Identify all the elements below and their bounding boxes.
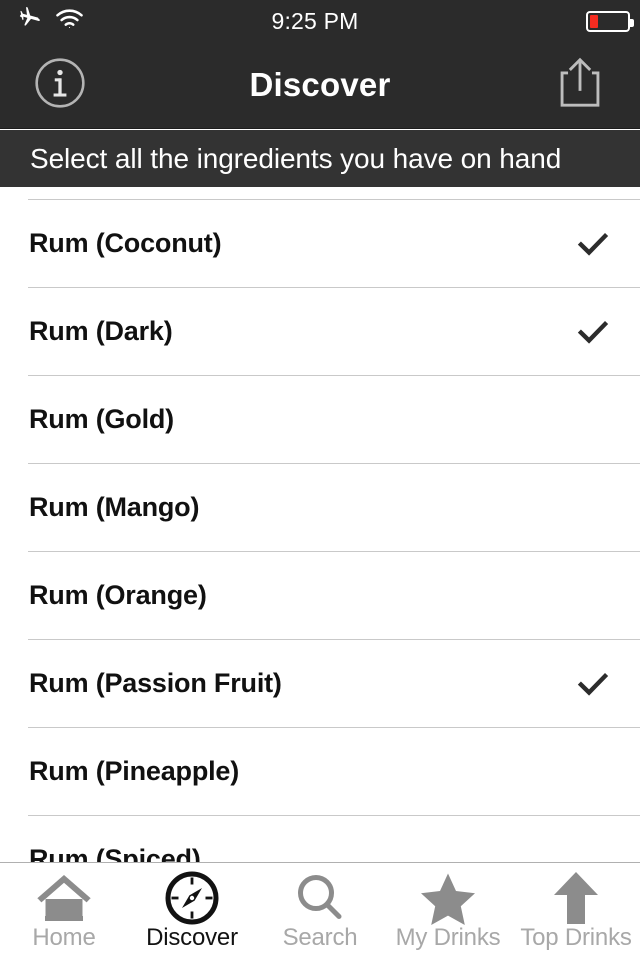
- tab-top-drinks[interactable]: Top Drinks: [512, 863, 640, 960]
- info-button[interactable]: [0, 55, 120, 116]
- compass-icon: [164, 870, 220, 926]
- ingredient-row[interactable]: Rum (Passion Fruit): [0, 639, 640, 727]
- tab-discover[interactable]: Discover: [128, 863, 256, 960]
- ingredient-list-inner: Rum (Coconut) Rum (Dark) Rum (Gold) Rum (Ma…: [0, 187, 640, 862]
- battery-fill: [590, 14, 598, 28]
- ingredient-label: Rum (Passion Fruit): [29, 668, 282, 698]
- ingredient-label: Rum (Gold): [29, 404, 174, 434]
- status-bar: 9:25 PM: [0, 0, 640, 42]
- ingredient-row[interactable]: Rum (Pineapple): [0, 727, 640, 815]
- tab-bar: Home Discover Search My Drinks Top Drinks: [0, 862, 640, 960]
- nav-bar: Discover: [0, 42, 640, 129]
- wifi-icon: [55, 8, 84, 35]
- tab-search[interactable]: Search: [256, 863, 384, 960]
- checkmark-icon: [576, 315, 610, 349]
- tab-label: Top Drinks: [520, 924, 632, 951]
- tab-label: My Drinks: [395, 924, 501, 951]
- ingredient-label: Rum (Orange): [29, 580, 207, 610]
- tab-home[interactable]: Home: [0, 863, 128, 960]
- app-screen: 9:25 PM Discover Select all the ingredie…: [0, 0, 640, 960]
- subtitle-bar: Select all the ingredients you have on h…: [0, 130, 640, 187]
- search-icon: [292, 870, 348, 926]
- checkmark-icon: [576, 667, 610, 701]
- info-circle-icon: [32, 55, 88, 116]
- status-bar-right: [440, 10, 640, 32]
- subtitle-text: Select all the ingredients you have on h…: [30, 142, 562, 174]
- share-icon: [556, 55, 604, 115]
- airplane-icon: [14, 5, 41, 37]
- tab-label: Search: [282, 924, 358, 951]
- status-bar-left: [0, 5, 200, 37]
- ingredient-row[interactable]: Rum (Orange): [0, 551, 640, 639]
- ingredient-row[interactable]: Rum (Spiced): [0, 815, 640, 862]
- ingredient-row[interactable]: Rum (Gold): [0, 375, 640, 463]
- ingredient-label: Rum (Spiced): [29, 844, 201, 862]
- ingredient-row[interactable]: Rum (Dark): [0, 287, 640, 375]
- ingredient-label: Rum (Dark): [29, 316, 173, 346]
- share-button[interactable]: [520, 55, 640, 115]
- ingredient-row[interactable]: Rum (Mango): [0, 463, 640, 551]
- checkmark-icon: [576, 227, 610, 261]
- star-icon: [419, 870, 477, 926]
- ingredient-label: Rum (Pineapple): [29, 756, 240, 786]
- home-icon: [35, 870, 93, 926]
- tab-label: Home: [32, 924, 96, 951]
- ingredient-list[interactable]: Rum (Coconut) Rum (Dark) Rum (Gold) Rum (Ma…: [0, 187, 640, 862]
- tab-label: Discover: [146, 924, 238, 951]
- page-title: Discover: [249, 66, 391, 103]
- ingredient-row[interactable]: Rum (Coconut): [0, 199, 640, 287]
- ingredient-label: Rum (Coconut): [29, 228, 222, 258]
- status-bar-time: 9:25 PM: [271, 7, 359, 34]
- ingredient-label: Rum (Mango): [29, 492, 200, 522]
- tab-my-drinks[interactable]: My Drinks: [384, 863, 512, 960]
- battery-icon: [586, 10, 634, 32]
- arrow-up-icon: [550, 870, 602, 926]
